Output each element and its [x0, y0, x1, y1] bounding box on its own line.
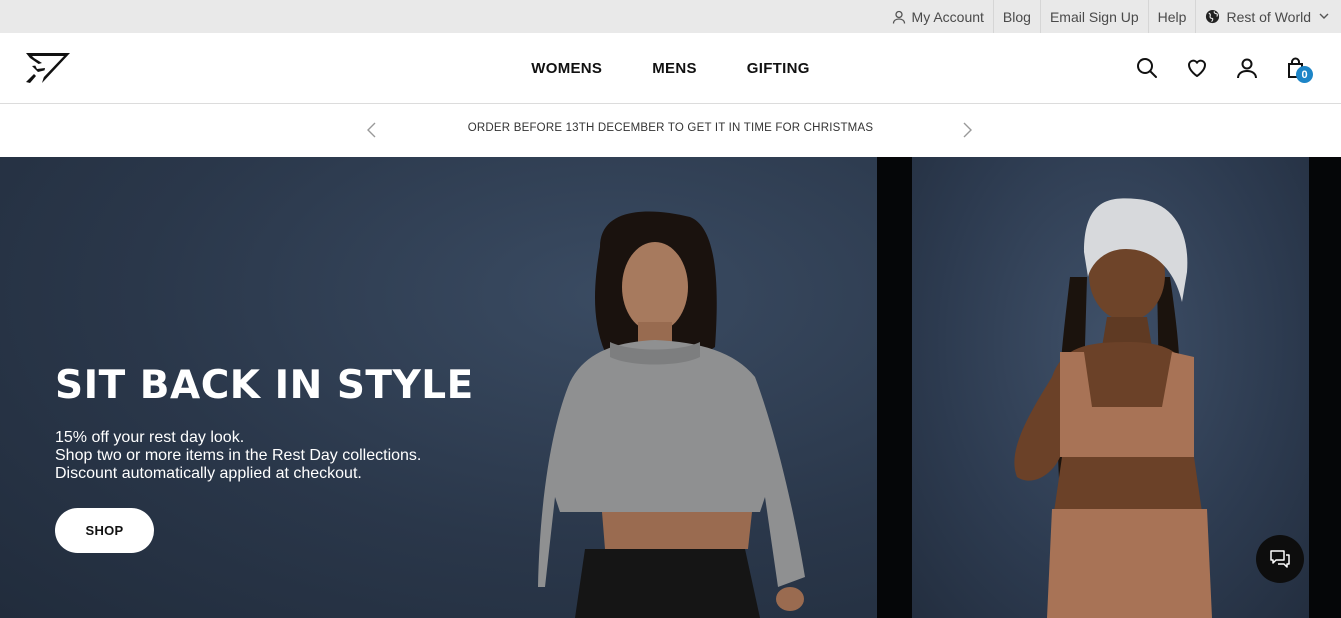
account-button[interactable] [1235, 56, 1259, 80]
promo-banner: ORDER BEFORE 13TH DECEMBER TO GET IT IN … [0, 104, 1341, 157]
hero-image-right [912, 157, 1309, 618]
model-beanie-image [1014, 198, 1212, 618]
help-link[interactable]: Help [1147, 0, 1196, 33]
utility-bar: My Account Blog Email Sign Up Help Rest … [0, 0, 1341, 33]
nav-womens[interactable]: WOMENS [506, 60, 627, 77]
chevron-right-icon[interactable] [960, 121, 974, 139]
shop-button[interactable]: SHOP [55, 508, 154, 553]
hero-divider [877, 157, 912, 618]
heart-icon [1187, 59, 1207, 77]
blog-label: Blog [1002, 8, 1031, 25]
wishlist-button[interactable] [1185, 56, 1209, 80]
account-icon [1237, 58, 1257, 79]
help-label: Help [1157, 8, 1187, 25]
promo-message: ORDER BEFORE 13TH DECEMBER TO GET IT IN … [467, 122, 874, 134]
hero-title: SIT BACK IN STYLE [55, 363, 474, 408]
nav-gifting[interactable]: GIFTING [722, 60, 835, 77]
search-button[interactable] [1135, 56, 1159, 80]
hero-line-3: Discount automatically applied at checko… [55, 465, 362, 482]
nav-mens[interactable]: MENS [627, 60, 722, 77]
globe-icon [1206, 9, 1220, 24]
header-actions: 0 [1135, 56, 1313, 83]
chevron-down-icon [1319, 13, 1329, 19]
hero-banner: SIT BACK IN STYLE 15% off your rest day … [0, 157, 1341, 618]
search-icon [1137, 58, 1157, 78]
chat-icon [1270, 550, 1290, 568]
blog-link[interactable]: Blog [992, 0, 1040, 33]
user-icon [892, 10, 905, 24]
hero-line-1: 15% off your rest day look. [55, 429, 245, 446]
email-signup-label: Email Sign Up [1049, 8, 1139, 25]
my-account-label: My Account [911, 8, 984, 25]
site-header: WOMENS MENS GIFTING 0 [0, 33, 1341, 104]
bag-button[interactable]: 0 [1285, 56, 1313, 83]
utility-links: My Account Blog Email Sign Up Help Rest … [883, 0, 1341, 33]
hero-description: 15% off your rest day look. Shop two or … [55, 429, 421, 483]
chat-button[interactable] [1256, 535, 1304, 583]
region-label: Rest of World [1226, 8, 1311, 25]
region-selector[interactable]: Rest of World [1195, 0, 1341, 33]
my-account-link[interactable]: My Account [883, 0, 993, 33]
bag-count-badge: 0 [1296, 66, 1313, 83]
hero-edge [1309, 157, 1341, 618]
email-signup-link[interactable]: Email Sign Up [1039, 0, 1148, 33]
hero-line-2: Shop two or more items in the Rest Day c… [55, 447, 422, 464]
